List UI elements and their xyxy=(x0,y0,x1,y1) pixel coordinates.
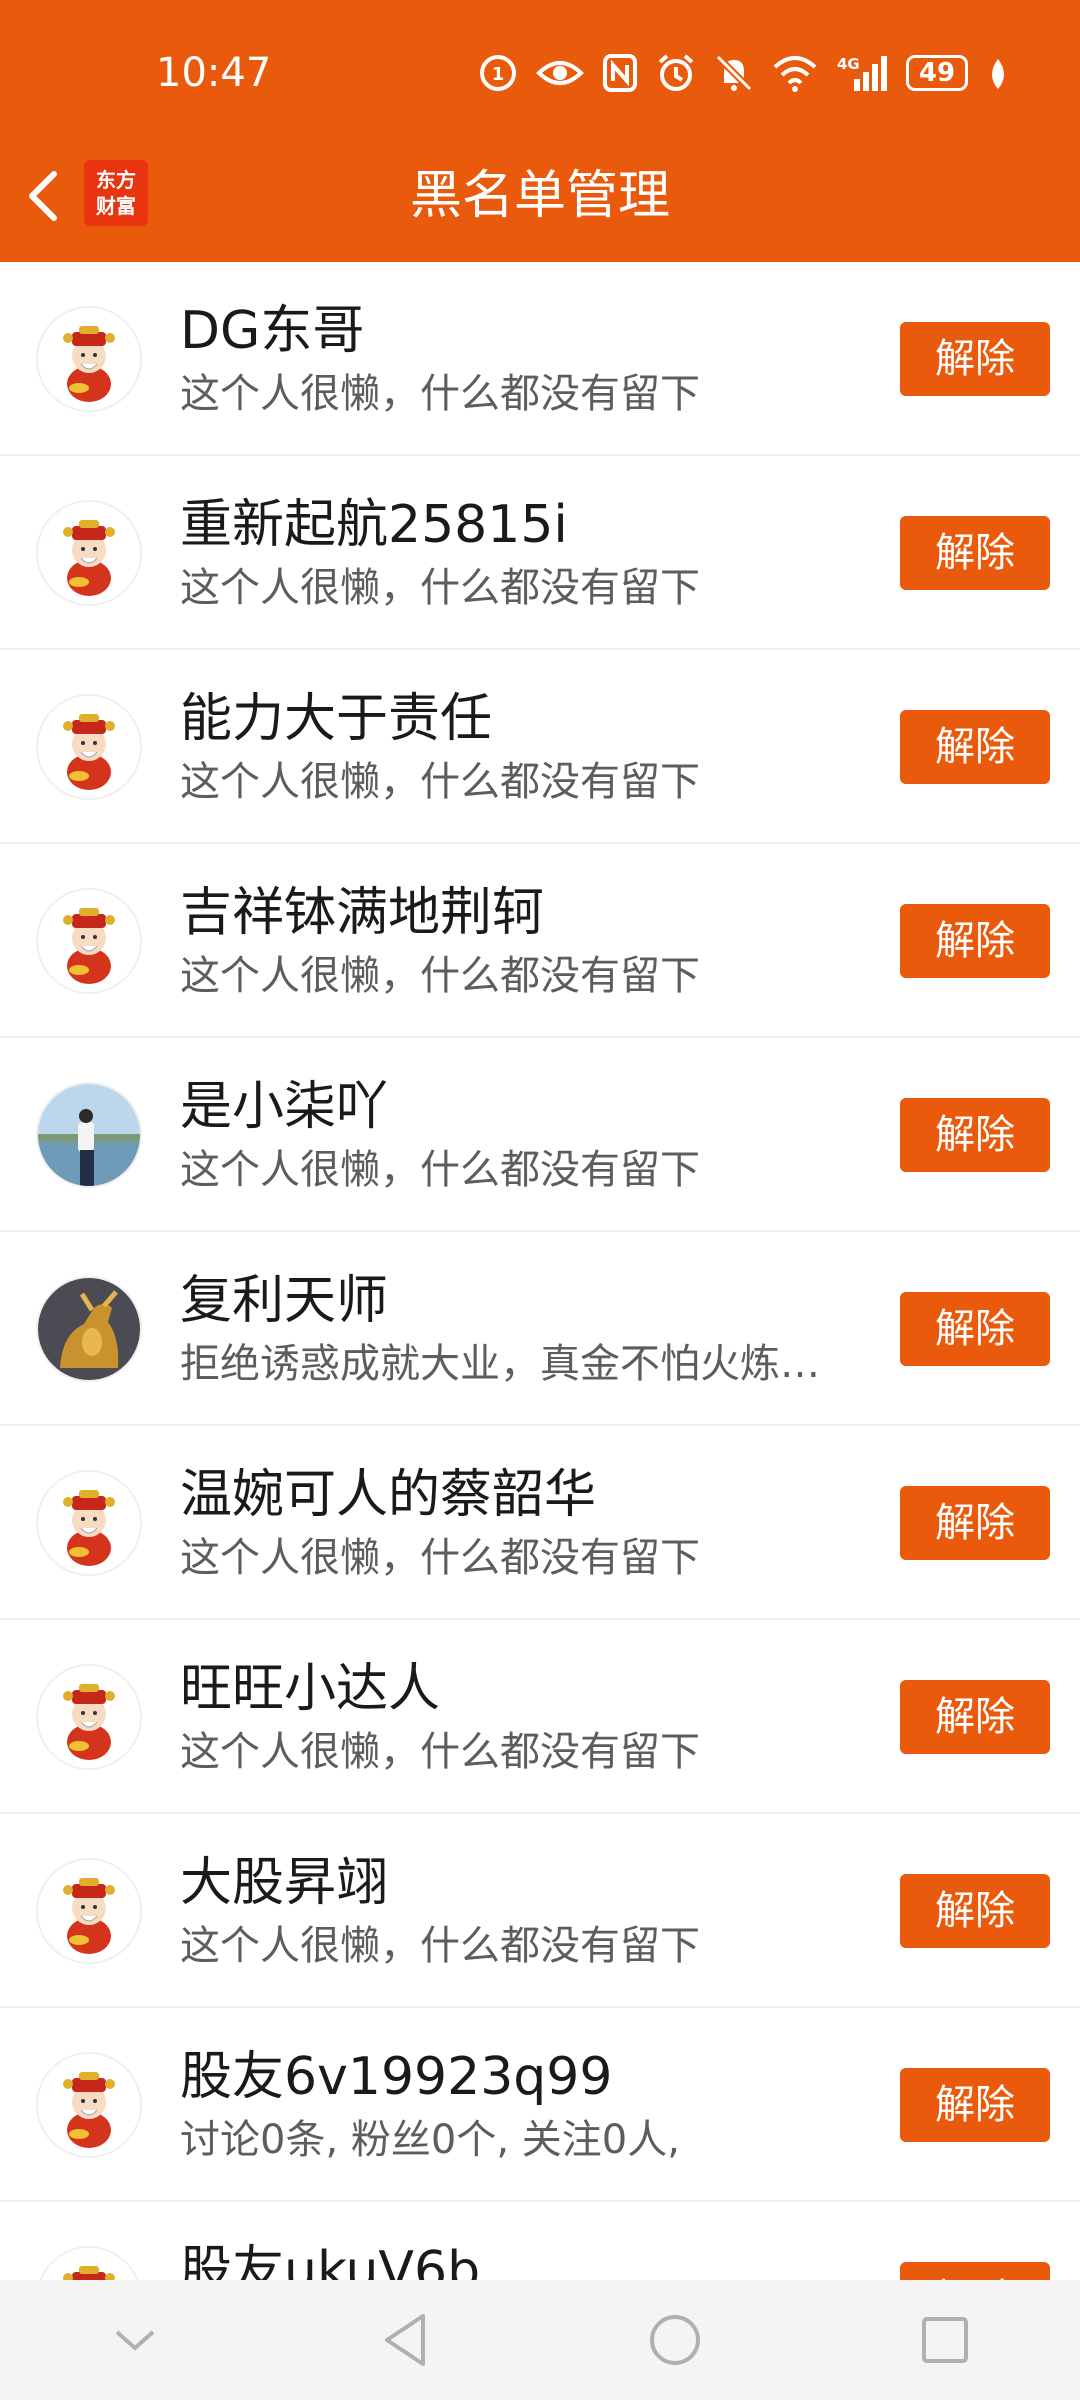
unblock-button[interactable]: 解除 xyxy=(900,904,1050,978)
wifi-icon xyxy=(772,50,818,96)
user-bio: 拒绝诱惑成就大业，真金不怕火炼… xyxy=(180,1341,820,1387)
user-name: 重新起航25815i xyxy=(180,495,568,555)
user-bio: 这个人很懒，什么都没有留下 xyxy=(180,371,700,417)
status-icons: 1 4G 49 xyxy=(478,50,1010,96)
unblock-button[interactable]: 解除 xyxy=(900,710,1050,784)
caishen-avatar-icon xyxy=(38,1472,140,1574)
avatar[interactable] xyxy=(36,1664,142,1770)
list-item: 温婉可人的蔡韶华 这个人很懒，什么都没有留下 解除 xyxy=(0,1426,1080,1620)
user-name: 股友6v19923q99 xyxy=(180,2047,613,2107)
caishen-avatar-icon xyxy=(38,1860,140,1962)
caishen-avatar-icon xyxy=(38,696,140,798)
user-bio: 这个人很懒，什么都没有留下 xyxy=(180,1729,700,1775)
caishen-avatar-icon xyxy=(38,2054,140,2156)
nfc-icon xyxy=(602,50,638,96)
list-item: 能力大于责任 这个人很懒，什么都没有留下 解除 xyxy=(0,650,1080,844)
unblock-button[interactable]: 解除 xyxy=(900,1680,1050,1754)
recents-square-icon[interactable] xyxy=(905,2300,985,2380)
unblock-button[interactable]: 解除 xyxy=(900,516,1050,590)
user-bio: 这个人很懒，什么都没有留下 xyxy=(180,1535,700,1581)
avatar[interactable] xyxy=(36,2246,142,2280)
unblock-button[interactable]: 解除 xyxy=(900,2262,1050,2280)
list-item: 是小柒吖 这个人很懒，什么都没有留下 解除 xyxy=(0,1038,1080,1232)
list-item: 股友6v19923q99 讨论0条, 粉丝0个, 关注0人, 解除 xyxy=(0,2008,1080,2202)
avatar[interactable] xyxy=(36,888,142,994)
unblock-button[interactable]: 解除 xyxy=(900,322,1050,396)
list-item: 旺旺小达人 这个人很懒，什么都没有留下 解除 xyxy=(0,1620,1080,1814)
list-item: 复利天师 拒绝诱惑成就大业，真金不怕火炼… 解除 xyxy=(0,1232,1080,1426)
blacklist: DG东哥 这个人很懒，什么都没有留下 解除 重新起航25815i 这个人很懒，什… xyxy=(0,262,1080,2280)
avatar[interactable] xyxy=(36,1276,142,1382)
hd-call-icon: 1 xyxy=(478,50,518,96)
list-item: DG东哥 这个人很懒，什么都没有留下 解除 xyxy=(0,262,1080,456)
user-name: 复利天师 xyxy=(180,1271,389,1331)
unblock-button[interactable]: 解除 xyxy=(900,1292,1050,1366)
unblock-button[interactable]: 解除 xyxy=(900,1874,1050,1948)
list-item: 吉祥钵满地荆轲 这个人很懒，什么都没有留下 解除 xyxy=(0,844,1080,1038)
unblock-button[interactable]: 解除 xyxy=(900,2068,1050,2142)
user-bio: 讨论0条, 粉丝0个, 关注0人, xyxy=(180,2117,680,2163)
list-item: 大股昇翊 这个人很懒，什么都没有留下 解除 xyxy=(0,1814,1080,2008)
list-item: 股友ukuV6b 解除 xyxy=(0,2202,1080,2280)
caishen-avatar-icon xyxy=(38,2248,140,2280)
golden-bull-avatar-icon xyxy=(38,1278,140,1380)
unblock-button[interactable]: 解除 xyxy=(900,1098,1050,1172)
top-bar: 10:47 1 4G 49 东方 财富 黑名单管理 xyxy=(0,0,1080,262)
caishen-avatar-icon xyxy=(38,502,140,604)
avatar[interactable] xyxy=(36,1082,142,1188)
svg-text:1: 1 xyxy=(492,64,505,85)
user-name: 能力大于责任 xyxy=(180,689,493,749)
avatar[interactable] xyxy=(36,1470,142,1576)
user-bio: 这个人很懒，什么都没有留下 xyxy=(180,759,700,805)
battery-level: 49 xyxy=(906,55,968,91)
system-nav-bar xyxy=(0,2280,1080,2400)
caishen-avatar-icon xyxy=(38,890,140,992)
avatar[interactable] xyxy=(36,500,142,606)
battery-icon: 49 xyxy=(906,50,968,96)
signal-4g-icon: 4G xyxy=(836,50,888,96)
leaf-icon xyxy=(986,50,1010,96)
avatar[interactable] xyxy=(36,1858,142,1964)
user-name: 旺旺小达人 xyxy=(180,1659,441,1719)
user-bio: 这个人很懒，什么都没有留下 xyxy=(180,565,700,611)
status-time: 10:47 xyxy=(156,50,272,96)
user-name: 股友ukuV6b xyxy=(180,2241,481,2280)
hide-keyboard-icon[interactable] xyxy=(95,2300,175,2380)
photo-lake-avatar-icon xyxy=(38,1084,140,1186)
unblock-button[interactable]: 解除 xyxy=(900,1486,1050,1560)
back-triangle-icon[interactable] xyxy=(365,2300,445,2380)
page-title: 黑名单管理 xyxy=(409,166,670,226)
eye-icon xyxy=(536,50,584,96)
mute-icon xyxy=(714,50,754,96)
user-name: 是小柒吖 xyxy=(180,1077,389,1137)
avatar[interactable] xyxy=(36,306,142,412)
avatar[interactable] xyxy=(36,694,142,800)
user-name: 大股昇翊 xyxy=(180,1853,389,1913)
user-name: 温婉可人的蔡韶华 xyxy=(180,1465,597,1525)
caishen-avatar-icon xyxy=(38,308,140,410)
user-name: DG东哥 xyxy=(180,301,365,361)
user-bio: 这个人很懒，什么都没有留下 xyxy=(180,1147,700,1193)
alarm-icon xyxy=(656,50,696,96)
user-bio: 这个人很懒，什么都没有留下 xyxy=(180,953,700,999)
user-bio: 这个人很懒，什么都没有留下 xyxy=(180,1923,700,1969)
home-circle-icon[interactable] xyxy=(635,2300,715,2380)
list-item: 重新起航25815i 这个人很懒，什么都没有留下 解除 xyxy=(0,456,1080,650)
user-name: 吉祥钵满地荆轲 xyxy=(180,883,545,943)
avatar[interactable] xyxy=(36,2052,142,2158)
caishen-avatar-icon xyxy=(38,1666,140,1768)
svg-text:4G: 4G xyxy=(837,55,860,73)
